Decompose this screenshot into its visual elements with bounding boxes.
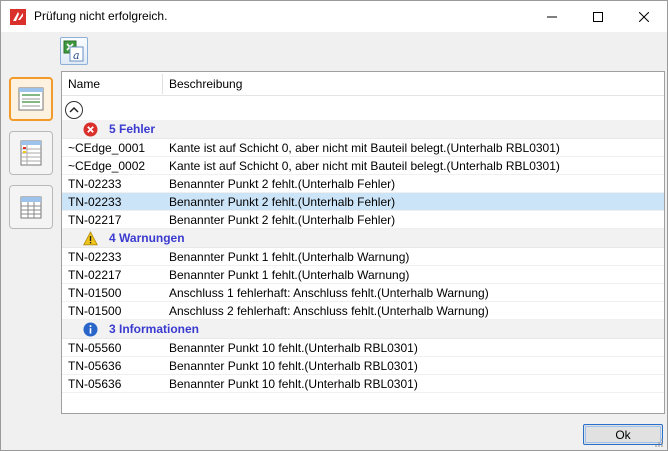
export-excel-button[interactable]: a (60, 37, 88, 65)
table-row[interactable]: TN-02217 Benannter Punkt 1 fehlt.(Unterha… (62, 266, 664, 284)
minimize-button[interactable] (529, 1, 575, 32)
table-row[interactable]: TN-01500 Anschluss 1 fehlerhaft: Anschlus… (62, 284, 664, 302)
row-description: Benannter Punkt 2 fehlt.(Unterhalb Fehle… (169, 213, 396, 227)
ok-button[interactable]: Ok (583, 424, 663, 445)
row-name: TN-02217 (68, 268, 122, 282)
minimize-icon (547, 16, 557, 17)
group-header-errors[interactable]: 5 Fehler (62, 120, 664, 139)
row-name: TN-05636 (68, 377, 122, 391)
error-icon (83, 122, 98, 137)
row-name: TN-02233 (68, 195, 122, 209)
info-icon (83, 322, 98, 337)
group-label: 3 Informationen (109, 322, 200, 336)
table-row[interactable]: ~CEdge_0002 Kante ist auf Schicht 0, aber… (62, 157, 664, 175)
collapse-all-button[interactable] (65, 101, 83, 119)
maximize-icon (593, 11, 603, 22)
group-label: 5 Fehler (109, 122, 156, 136)
row-description: Anschluss 1 fehlerhaft: Anschluss fehlt.… (169, 286, 489, 300)
app-logo-icon (10, 9, 26, 25)
row-description: Kante ist auf Schicht 0, aber nicht mit … (169, 141, 560, 155)
table-row[interactable]: TN-05636 Benannter Punkt 10 fehlt.(Unterh… (62, 357, 664, 375)
view-grouped-button[interactable] (9, 77, 53, 121)
group-header-infos[interactable]: 3 Informationen (62, 320, 664, 339)
row-description: Benannter Punkt 2 fehlt.(Unterhalb Fehle… (169, 177, 396, 191)
collapse-row (62, 100, 664, 120)
table-row[interactable]: TN-01500 Anschluss 2 fehlerhaft: Anschlus… (62, 302, 664, 320)
chevron-up-icon (69, 106, 79, 113)
row-name: TN-05560 (68, 341, 122, 355)
table-row[interactable]: ~CEdge_0001 Kante ist auf Schicht 0, aber… (62, 139, 664, 157)
view-table-button[interactable] (9, 185, 53, 229)
window-title: Prüfung nicht erfolgreich. (34, 9, 168, 23)
table-row[interactable]: TN-02233 Benannter Punkt 2 fehlt.(Unterha… (62, 193, 664, 211)
spreadsheet-export-icon: a (63, 40, 84, 62)
maximize-button[interactable] (575, 1, 621, 32)
column-header-description[interactable]: Beschreibung (163, 72, 242, 96)
dialog-window: Prüfung nicht erfolgreich. a Name Beschr… (0, 0, 668, 451)
row-description: Benannter Punkt 10 fehlt.(Unterhalb RBL0… (169, 377, 418, 391)
row-description: Kante ist auf Schicht 0, aber nicht mit … (169, 159, 560, 173)
table-view-icon (20, 140, 42, 166)
result-rows: 5 Fehler ~CEdge_0001 Kante ist auf Schicht… (62, 120, 664, 393)
table-row[interactable]: TN-02217 Benannter Punkt 2 fehlt.(Unterha… (62, 211, 664, 229)
warning-icon (83, 231, 98, 246)
results-list: Name Beschreibung 5 Fehler ~CEdge_0001 Kan… (61, 71, 665, 414)
column-header-name[interactable]: Name (62, 72, 162, 96)
row-name: ~CEdge_0001 (68, 141, 146, 155)
row-description: Anschluss 2 fehlerhaft: Anschluss fehlt.… (169, 304, 489, 318)
close-icon (639, 11, 649, 22)
row-description: Benannter Punkt 1 fehlt.(Unterhalb Warnu… (169, 268, 410, 282)
row-name: TN-01500 (68, 286, 122, 300)
table-row[interactable]: TN-02233 Benannter Punkt 1 fehlt.(Unterha… (62, 248, 664, 266)
table-row[interactable]: TN-05560 Benannter Punkt 10 fehlt.(Unterh… (62, 339, 664, 357)
row-name: TN-02233 (68, 250, 122, 264)
resize-grip-icon[interactable] (654, 437, 664, 447)
close-button[interactable] (621, 1, 667, 32)
group-header-warnings[interactable]: 4 Warnungen (62, 229, 664, 248)
row-description: Benannter Punkt 10 fehlt.(Unterhalb RBL0… (169, 341, 418, 355)
row-description: Benannter Punkt 10 fehlt.(Unterhalb RBL0… (169, 359, 418, 373)
row-name: TN-02233 (68, 177, 122, 191)
grid-table-icon (20, 196, 42, 219)
row-description: Benannter Punkt 2 fehlt.(Unterhalb Fehle… (169, 195, 396, 209)
row-description: Benannter Punkt 1 fehlt.(Unterhalb Warnu… (169, 250, 410, 264)
group-label: 4 Warnungen (109, 231, 185, 245)
table-row[interactable]: TN-05636 Benannter Punkt 10 fehlt.(Unterh… (62, 375, 664, 393)
column-header: Name Beschreibung (62, 72, 664, 96)
row-name: ~CEdge_0002 (68, 159, 146, 173)
view-list-button[interactable] (9, 131, 53, 175)
table-row[interactable]: TN-02233 Benannter Punkt 2 fehlt.(Unterha… (62, 175, 664, 193)
row-name: TN-01500 (68, 304, 122, 318)
grouped-list-icon (18, 87, 44, 111)
title-bar: Prüfung nicht erfolgreich. (1, 1, 667, 32)
row-name: TN-05636 (68, 359, 122, 373)
svg-text:a: a (73, 49, 80, 62)
row-name: TN-02217 (68, 213, 122, 227)
